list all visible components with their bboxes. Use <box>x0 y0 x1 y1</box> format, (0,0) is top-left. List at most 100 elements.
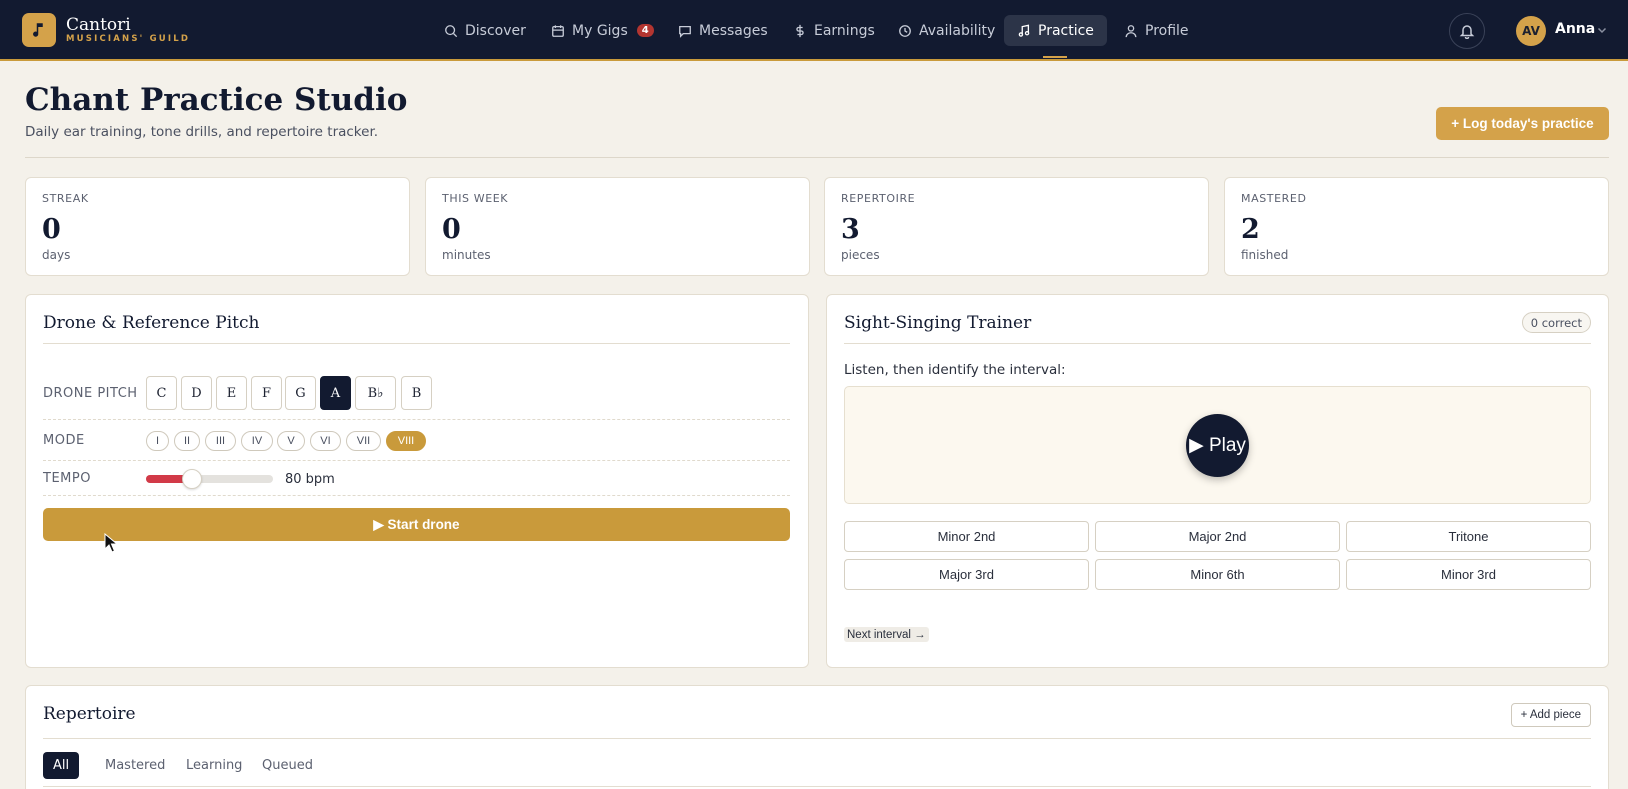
tempo-value: 80 bpm <box>285 472 335 487</box>
stat-unit: minutes <box>442 248 491 262</box>
row-divider <box>43 419 790 420</box>
nav-label: My Gigs <box>572 22 628 39</box>
mode-button-ii[interactable]: II <box>174 431 200 451</box>
music-note-icon <box>1018 24 1030 37</box>
bell-icon <box>1459 25 1475 39</box>
pitch-button-e[interactable]: E <box>216 376 247 410</box>
card-divider <box>844 343 1591 344</box>
tempo-label: TEMPO <box>43 471 91 486</box>
clock-icon <box>899 24 911 37</box>
mode-button-iv[interactable]: IV <box>241 431 273 451</box>
interval-option-minor-6th[interactable]: Minor 6th <box>1095 559 1340 590</box>
row-divider <box>43 460 790 461</box>
stat-card-mastered: MASTERED 2 finished <box>1224 177 1609 276</box>
nav-profile[interactable]: Profile <box>1111 15 1202 46</box>
stat-unit: finished <box>1241 248 1289 262</box>
nav-label: Discover <box>465 22 526 39</box>
trainer-instruction: Listen, then identify the interval: <box>844 362 1066 378</box>
mode-button-i[interactable]: I <box>146 431 169 451</box>
repertoire-title: Repertoire <box>43 704 136 724</box>
pitch-button-a[interactable]: A <box>320 376 351 410</box>
stat-label: MASTERED <box>1241 192 1307 205</box>
header-divider <box>25 157 1609 158</box>
stat-label: REPERTOIRE <box>841 192 916 205</box>
stat-card-streak: STREAK 0 days <box>25 177 410 276</box>
tempo-slider[interactable] <box>146 469 273 489</box>
page-title: Chant Practice Studio <box>25 82 408 118</box>
interval-option-minor-3rd[interactable]: Minor 3rd <box>1346 559 1591 590</box>
message-icon <box>679 25 691 38</box>
nav-my-gigs[interactable]: My Gigs 4 <box>538 15 667 46</box>
notifications-button[interactable] <box>1449 13 1485 49</box>
calendar-icon <box>552 24 564 37</box>
sight-singing-card: Sight-Singing Trainer 0 correct Listen, … <box>826 294 1609 668</box>
brand-subtitle: MUSICIANS' GUILD <box>66 34 191 44</box>
log-practice-button[interactable]: + Log today's practice <box>1436 107 1609 140</box>
mouse-cursor-icon <box>104 533 118 553</box>
pitch-button-g[interactable]: G <box>285 376 316 410</box>
pitch-button-d[interactable]: D <box>181 376 212 410</box>
tab-all[interactable]: All <box>43 752 80 779</box>
mode-button-v[interactable]: V <box>277 431 305 451</box>
stat-value: 0 <box>442 214 461 245</box>
stat-unit: days <box>42 248 71 262</box>
next-interval-button[interactable]: Next interval → <box>844 627 929 642</box>
stat-label: STREAK <box>42 192 89 205</box>
drone-pitch-label: DRONE PITCH <box>43 386 138 401</box>
mode-button-vi[interactable]: VI <box>310 431 341 451</box>
page-subtitle: Daily ear training, tone drills, and rep… <box>25 124 379 140</box>
stat-card-repertoire: REPERTOIRE 3 pieces <box>824 177 1209 276</box>
nav-label: Profile <box>1145 22 1189 39</box>
search-icon <box>445 24 458 37</box>
dollar-icon <box>796 24 804 37</box>
start-drone-button[interactable]: ▶ Start drone <box>43 508 790 541</box>
avatar[interactable]: AV <box>1516 16 1546 46</box>
active-nav-indicator <box>1043 56 1067 58</box>
play-area: ▶ Play <box>844 386 1591 504</box>
card-divider <box>43 786 1591 787</box>
tab-mastered[interactable]: Mastered <box>95 752 175 779</box>
stat-unit: pieces <box>841 248 880 262</box>
nav-availability[interactable]: Availability <box>885 15 1008 46</box>
row-divider <box>43 495 790 496</box>
drone-card: Drone & Reference Pitch DRONE PITCH C D … <box>25 294 809 668</box>
trainer-card-title: Sight-Singing Trainer <box>844 313 1032 333</box>
nav-earnings[interactable]: Earnings <box>780 15 888 46</box>
interval-option-major-2nd[interactable]: Major 2nd <box>1095 521 1340 552</box>
gigs-count-badge: 4 <box>636 24 654 37</box>
card-divider <box>43 738 1591 739</box>
nav-label: Messages <box>699 22 768 39</box>
add-piece-button[interactable]: + Add piece <box>1510 703 1591 727</box>
pitch-button-f[interactable]: F <box>251 376 282 410</box>
user-icon <box>1125 24 1137 37</box>
nav-practice[interactable]: Practice <box>1004 15 1107 46</box>
card-divider <box>43 343 790 344</box>
pitch-button-c[interactable]: C <box>146 376 177 410</box>
stat-value: 3 <box>841 214 860 245</box>
music-note-icon <box>33 23 43 37</box>
pitch-button-b[interactable]: B <box>401 376 432 410</box>
interval-option-major-3rd[interactable]: Major 3rd <box>844 559 1089 590</box>
tab-queued[interactable]: Queued <box>252 752 323 779</box>
brand-logo[interactable] <box>22 13 56 47</box>
drone-card-title: Drone & Reference Pitch <box>43 313 260 333</box>
brand-name: Cantori <box>66 15 131 35</box>
user-name[interactable]: Anna <box>1555 21 1595 37</box>
mode-button-vii[interactable]: VII <box>346 431 381 451</box>
nav-messages[interactable]: Messages <box>665 15 781 46</box>
mode-label: MODE <box>43 433 85 448</box>
repertoire-card: Repertoire + Add piece All Mastered Lear… <box>25 685 1609 789</box>
stat-value: 2 <box>1241 214 1260 245</box>
tempo-slider-handle[interactable] <box>181 469 202 489</box>
chevron-down-icon[interactable] <box>1596 24 1608 36</box>
mode-button-iii[interactable]: III <box>205 431 236 451</box>
interval-option-tritone[interactable]: Tritone <box>1346 521 1591 552</box>
stat-value: 0 <box>42 214 61 245</box>
pitch-button-b-flat[interactable]: B♭ <box>355 376 396 410</box>
nav-discover[interactable]: Discover <box>431 15 539 46</box>
play-interval-button[interactable]: ▶ Play <box>1186 414 1249 477</box>
mode-button-viii[interactable]: VIII <box>386 431 426 451</box>
nav-label: Availability <box>919 22 996 39</box>
interval-option-minor-2nd[interactable]: Minor 2nd <box>844 521 1089 552</box>
tab-learning[interactable]: Learning <box>176 752 252 779</box>
